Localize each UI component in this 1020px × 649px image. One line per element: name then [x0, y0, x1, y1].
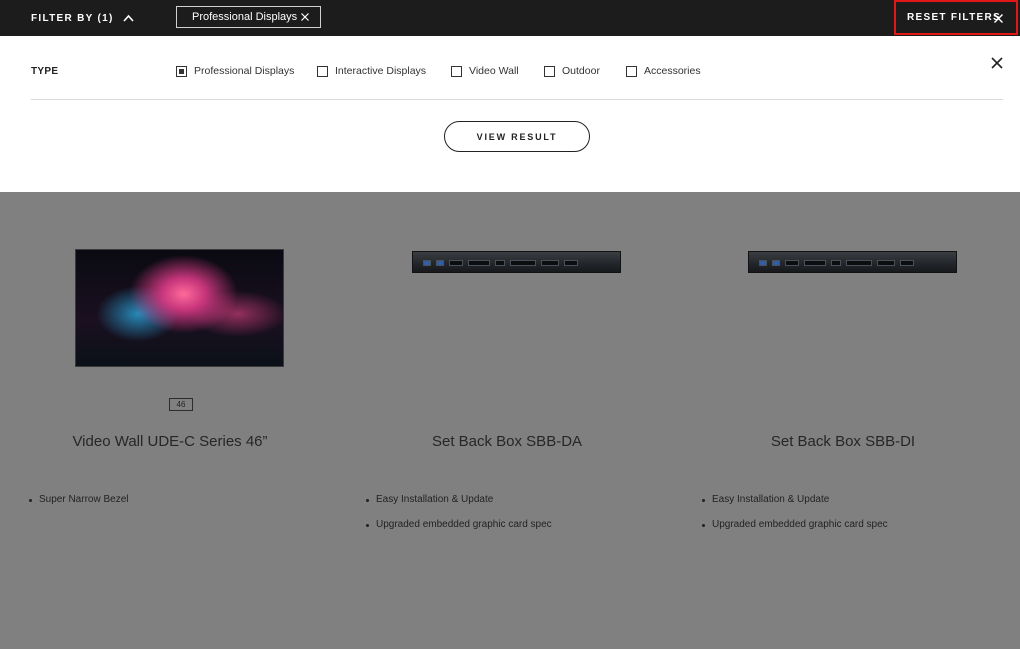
- port-shape: [564, 260, 578, 266]
- feature-text: Super Narrow Bezel: [39, 494, 129, 505]
- product-title[interactable]: Video Wall UDE-C Series 46”: [0, 433, 340, 450]
- filter-panel: TYPE Professional Displays Interactive D…: [0, 36, 1020, 192]
- type-option-label: Accessories: [644, 65, 701, 77]
- bullet-icon: [366, 499, 369, 502]
- port-shape: [846, 260, 872, 266]
- reset-filters-label: RESET FILTERS: [907, 12, 1001, 23]
- feature-list: Easy Installation & Update Upgraded embe…: [702, 494, 888, 544]
- port-shape: [831, 260, 841, 266]
- product-card-video-wall-ude-c[interactable]: 46 Video Wall UDE-C Series 46” Super Nar…: [0, 192, 340, 552]
- product-image-video-wall[interactable]: [75, 249, 284, 367]
- bullet-icon: [29, 499, 32, 502]
- reset-filters-button[interactable]: RESET FILTERS: [894, 0, 1018, 35]
- product-image-set-back-box[interactable]: [748, 251, 957, 273]
- feature-item: Easy Installation & Update: [366, 494, 552, 519]
- panel-close-button[interactable]: [990, 56, 1004, 70]
- view-result-label: VIEW RESULT: [476, 131, 558, 142]
- checkbox[interactable]: [317, 65, 328, 77]
- active-filter-chip-label: Professional Displays: [192, 11, 298, 23]
- port-shape: [495, 260, 505, 266]
- type-option-video-wall[interactable]: Video Wall: [451, 63, 519, 79]
- feature-list: Super Narrow Bezel: [29, 494, 128, 519]
- feature-item: Upgraded embedded graphic card spec: [366, 519, 552, 544]
- chevron-up-icon: [123, 14, 134, 22]
- port-shape: [510, 260, 536, 266]
- port-shape: [900, 260, 914, 266]
- active-filter-chip[interactable]: Professional Displays: [176, 6, 321, 28]
- filter-bar: FILTER BY (1) Professional Displays RESE…: [0, 0, 1020, 36]
- size-badge[interactable]: 46: [169, 398, 193, 411]
- product-card-sbb-di[interactable]: Set Back Box SBB-DI Easy Installation & …: [673, 192, 1013, 552]
- panel-divider: [31, 99, 1003, 100]
- port-shape: [541, 260, 559, 266]
- type-option-label: Outdoor: [562, 65, 600, 77]
- port-shape: [804, 260, 826, 266]
- port-shape: [785, 260, 799, 266]
- feature-text: Upgraded embedded graphic card spec: [376, 519, 552, 530]
- port-shape: [772, 260, 780, 266]
- port-shape: [759, 260, 767, 266]
- close-icon: [991, 57, 1003, 69]
- close-icon: [994, 14, 1003, 23]
- feature-list: Easy Installation & Update Upgraded embe…: [366, 494, 552, 544]
- port-shape: [436, 260, 444, 266]
- type-option-label: Interactive Displays: [335, 65, 427, 77]
- type-option-label: Video Wall: [469, 65, 519, 77]
- port-row: [759, 258, 949, 268]
- checkbox[interactable]: [544, 65, 555, 77]
- feature-text: Easy Installation & Update: [376, 494, 494, 505]
- filter-by-toggle[interactable]: FILTER BY (1): [31, 10, 134, 26]
- bullet-icon: [366, 524, 369, 527]
- feature-item: Upgraded embedded graphic card spec: [702, 519, 888, 544]
- checkbox[interactable]: [626, 65, 637, 77]
- bullet-icon: [702, 524, 705, 527]
- feature-item: Easy Installation & Update: [702, 494, 888, 519]
- port-shape: [468, 260, 490, 266]
- bullet-icon: [702, 499, 705, 502]
- port-shape: [423, 260, 431, 266]
- feature-item: Super Narrow Bezel: [29, 494, 128, 519]
- product-card-sbb-da[interactable]: Set Back Box SBB-DA Easy Installation & …: [337, 192, 677, 552]
- product-image-set-back-box[interactable]: [412, 251, 621, 273]
- type-option-professional-displays[interactable]: Professional Displays: [176, 63, 294, 79]
- type-option-label: Professional Displays: [194, 65, 295, 77]
- type-option-outdoor[interactable]: Outdoor: [544, 63, 600, 79]
- type-label: TYPE: [31, 66, 59, 77]
- feature-text: Upgraded embedded graphic card spec: [712, 519, 888, 530]
- product-title[interactable]: Set Back Box SBB-DI: [673, 433, 1013, 450]
- port-row: [423, 258, 613, 268]
- checkbox[interactable]: [176, 65, 187, 77]
- type-option-interactive-displays[interactable]: Interactive Displays: [317, 63, 426, 79]
- checkbox[interactable]: [451, 65, 462, 77]
- type-option-accessories[interactable]: Accessories: [626, 63, 701, 79]
- feature-text: Easy Installation & Update: [712, 494, 830, 505]
- port-shape: [449, 260, 463, 266]
- product-title[interactable]: Set Back Box SBB-DA: [337, 433, 677, 450]
- filter-by-label: FILTER BY (1): [31, 12, 114, 24]
- port-shape: [877, 260, 895, 266]
- close-icon[interactable]: [301, 13, 309, 21]
- view-result-button[interactable]: VIEW RESULT: [444, 121, 590, 152]
